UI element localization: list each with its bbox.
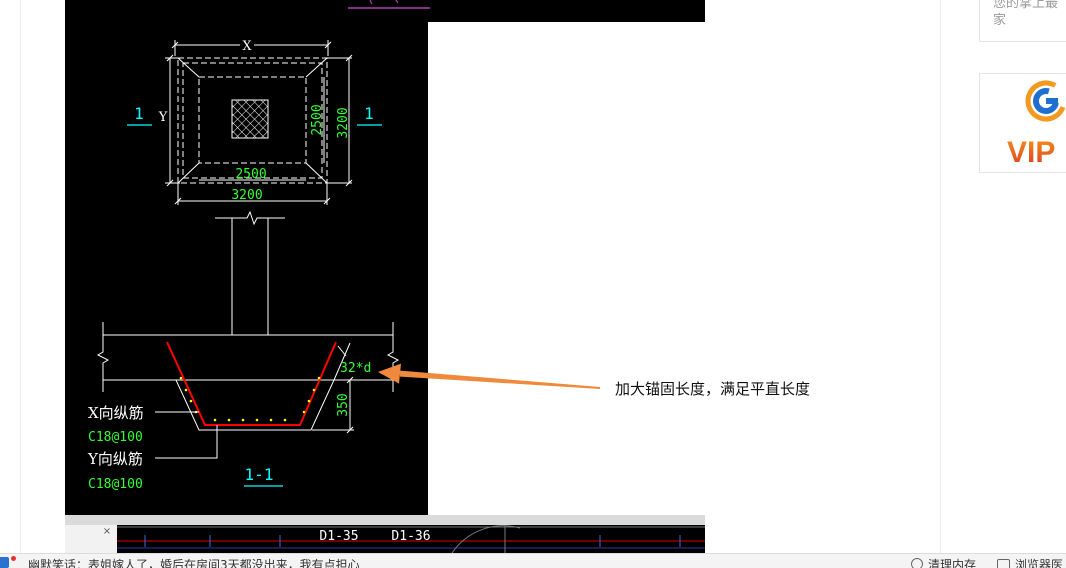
anchorage-length-label: 32*d <box>340 361 371 376</box>
section-mark-left: 1 <box>134 104 144 123</box>
axis-label-d1-35: D1-35 <box>319 529 358 544</box>
axis-label-d1-36: D1-36 <box>391 529 430 544</box>
rebar-dot <box>307 399 311 403</box>
annotation-text: 加大锚固长度，满足平直长度 <box>615 380 811 398</box>
clean-memory-icon[interactable] <box>911 558 923 568</box>
rebar-dot <box>213 418 217 422</box>
sidebar-card-text-line1: 您的掌上最 <box>993 0 1059 11</box>
rebar-dot <box>255 418 259 422</box>
rebar-dot <box>283 418 287 422</box>
strip-toolbar <box>65 515 705 525</box>
cad-drawing-image[interactable]: X Y 2500 3200 2500 3200 1 1 32*d 350 X向纵… <box>65 0 705 515</box>
y-rebar-name: Y向纵筋 <box>87 450 143 468</box>
section-mark-right: 1 <box>364 104 374 123</box>
x-rebar-spec: C18@100 <box>88 430 143 445</box>
clean-memory-button[interactable]: 清理内存 <box>928 558 976 568</box>
bottom-status-bar: 幽默笑话：表姐嫁人了，婚后在房间3天都没出来，我有点担心 清理内存 浏览器医 <box>0 553 1066 568</box>
rebar-dot <box>317 376 321 380</box>
zhidao-icon[interactable] <box>0 557 9 568</box>
arrow-shaft <box>400 370 600 389</box>
dim-y-label: Y <box>158 110 168 125</box>
rebar-dot <box>269 418 273 422</box>
close-icon[interactable]: × <box>103 526 111 537</box>
rebar-dot <box>184 388 188 392</box>
rebar-dot <box>179 376 183 380</box>
news-ticker-link[interactable]: 幽默笑话：表姐嫁人了，婚后在房间3天都没出来，我有点担心 <box>28 558 360 568</box>
section-title: 1-1 <box>245 465 274 484</box>
logo-orange-ring <box>1025 80 1066 122</box>
cad-top-strip <box>428 0 705 22</box>
column-hatch <box>231 99 269 139</box>
y-rebar-spec: C18@100 <box>88 477 143 492</box>
page-left-border <box>20 0 21 553</box>
x-rebar-name: X向纵筋 <box>88 404 144 422</box>
logo-blue-g-bar <box>1046 98 1058 104</box>
dim-inner-vertical-label: 2500 <box>310 104 325 135</box>
dim-outer-vertical-label: 3200 <box>336 107 351 138</box>
dim-inner-horizontal-label: 2500 <box>235 167 266 182</box>
sidebar-card-text-line2: 家 <box>993 13 1007 28</box>
depth-dim-label: 350 <box>336 393 351 416</box>
rebar-dot <box>227 418 231 422</box>
sidebar-card-vip[interactable]: VIP <box>979 73 1066 173</box>
vip-logo-text: VIP <box>1007 136 1055 169</box>
vip-logo: VIP <box>1007 80 1066 169</box>
content-right-border <box>940 0 941 553</box>
cad-strip-image[interactable]: × D1-35 D1-36 <box>65 515 705 553</box>
sidebar-card-app[interactable]: 您的掌上最 家 <box>979 0 1066 42</box>
notification-dot <box>11 556 16 561</box>
rebar-dot <box>302 410 306 414</box>
rebar-dot <box>189 399 193 403</box>
dim-outer-horizontal-label: 3200 <box>231 188 262 203</box>
browser-doctor-icon[interactable] <box>997 559 1010 568</box>
rebar-dot <box>312 388 316 392</box>
rebar-dot <box>241 418 245 422</box>
dim-x-label: X <box>242 39 252 54</box>
browser-doctor-button[interactable]: 浏览器医 <box>1015 558 1063 568</box>
g-circle-logo-icon <box>1025 80 1066 122</box>
